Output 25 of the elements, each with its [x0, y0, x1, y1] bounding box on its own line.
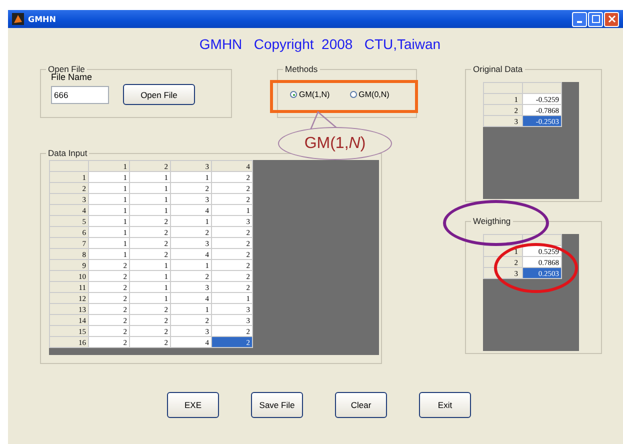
panel-title: Weigthing [472, 216, 512, 226]
panel-title: Methods [284, 64, 319, 74]
app-heading: GMHN Copyright 2008 CTU,Taiwan [198, 36, 442, 52]
action-button[interactable]: EXE [167, 392, 219, 418]
field-label: File Name [51, 72, 94, 82]
open-file-button[interactable]: Open File [123, 84, 195, 105]
minimize-button[interactable] [572, 12, 587, 26]
panel-title: Open File [47, 64, 85, 74]
file-name-field[interactable]: 666 [51, 86, 109, 104]
maximize-icon [592, 15, 600, 23]
close-button[interactable] [604, 12, 619, 26]
radio-option[interactable]: GM(0,N) [350, 90, 390, 99]
action-button[interactable]: Exit [419, 392, 471, 418]
maximize-button[interactable] [588, 12, 603, 26]
window-title: GMHN [28, 14, 56, 24]
panel-title: Original Data [472, 64, 524, 74]
close-icon [608, 15, 616, 23]
callout-text: GM(1,N) [304, 134, 366, 152]
radio-option[interactable]: GM(1,N) [290, 90, 330, 99]
action-button[interactable]: Save File [251, 392, 303, 418]
radio-button[interactable] [350, 91, 357, 98]
action-button[interactable]: Clear [335, 392, 387, 418]
radio-button[interactable] [290, 91, 297, 98]
panel-title: Data Input [47, 148, 88, 158]
app-icon [12, 13, 24, 25]
